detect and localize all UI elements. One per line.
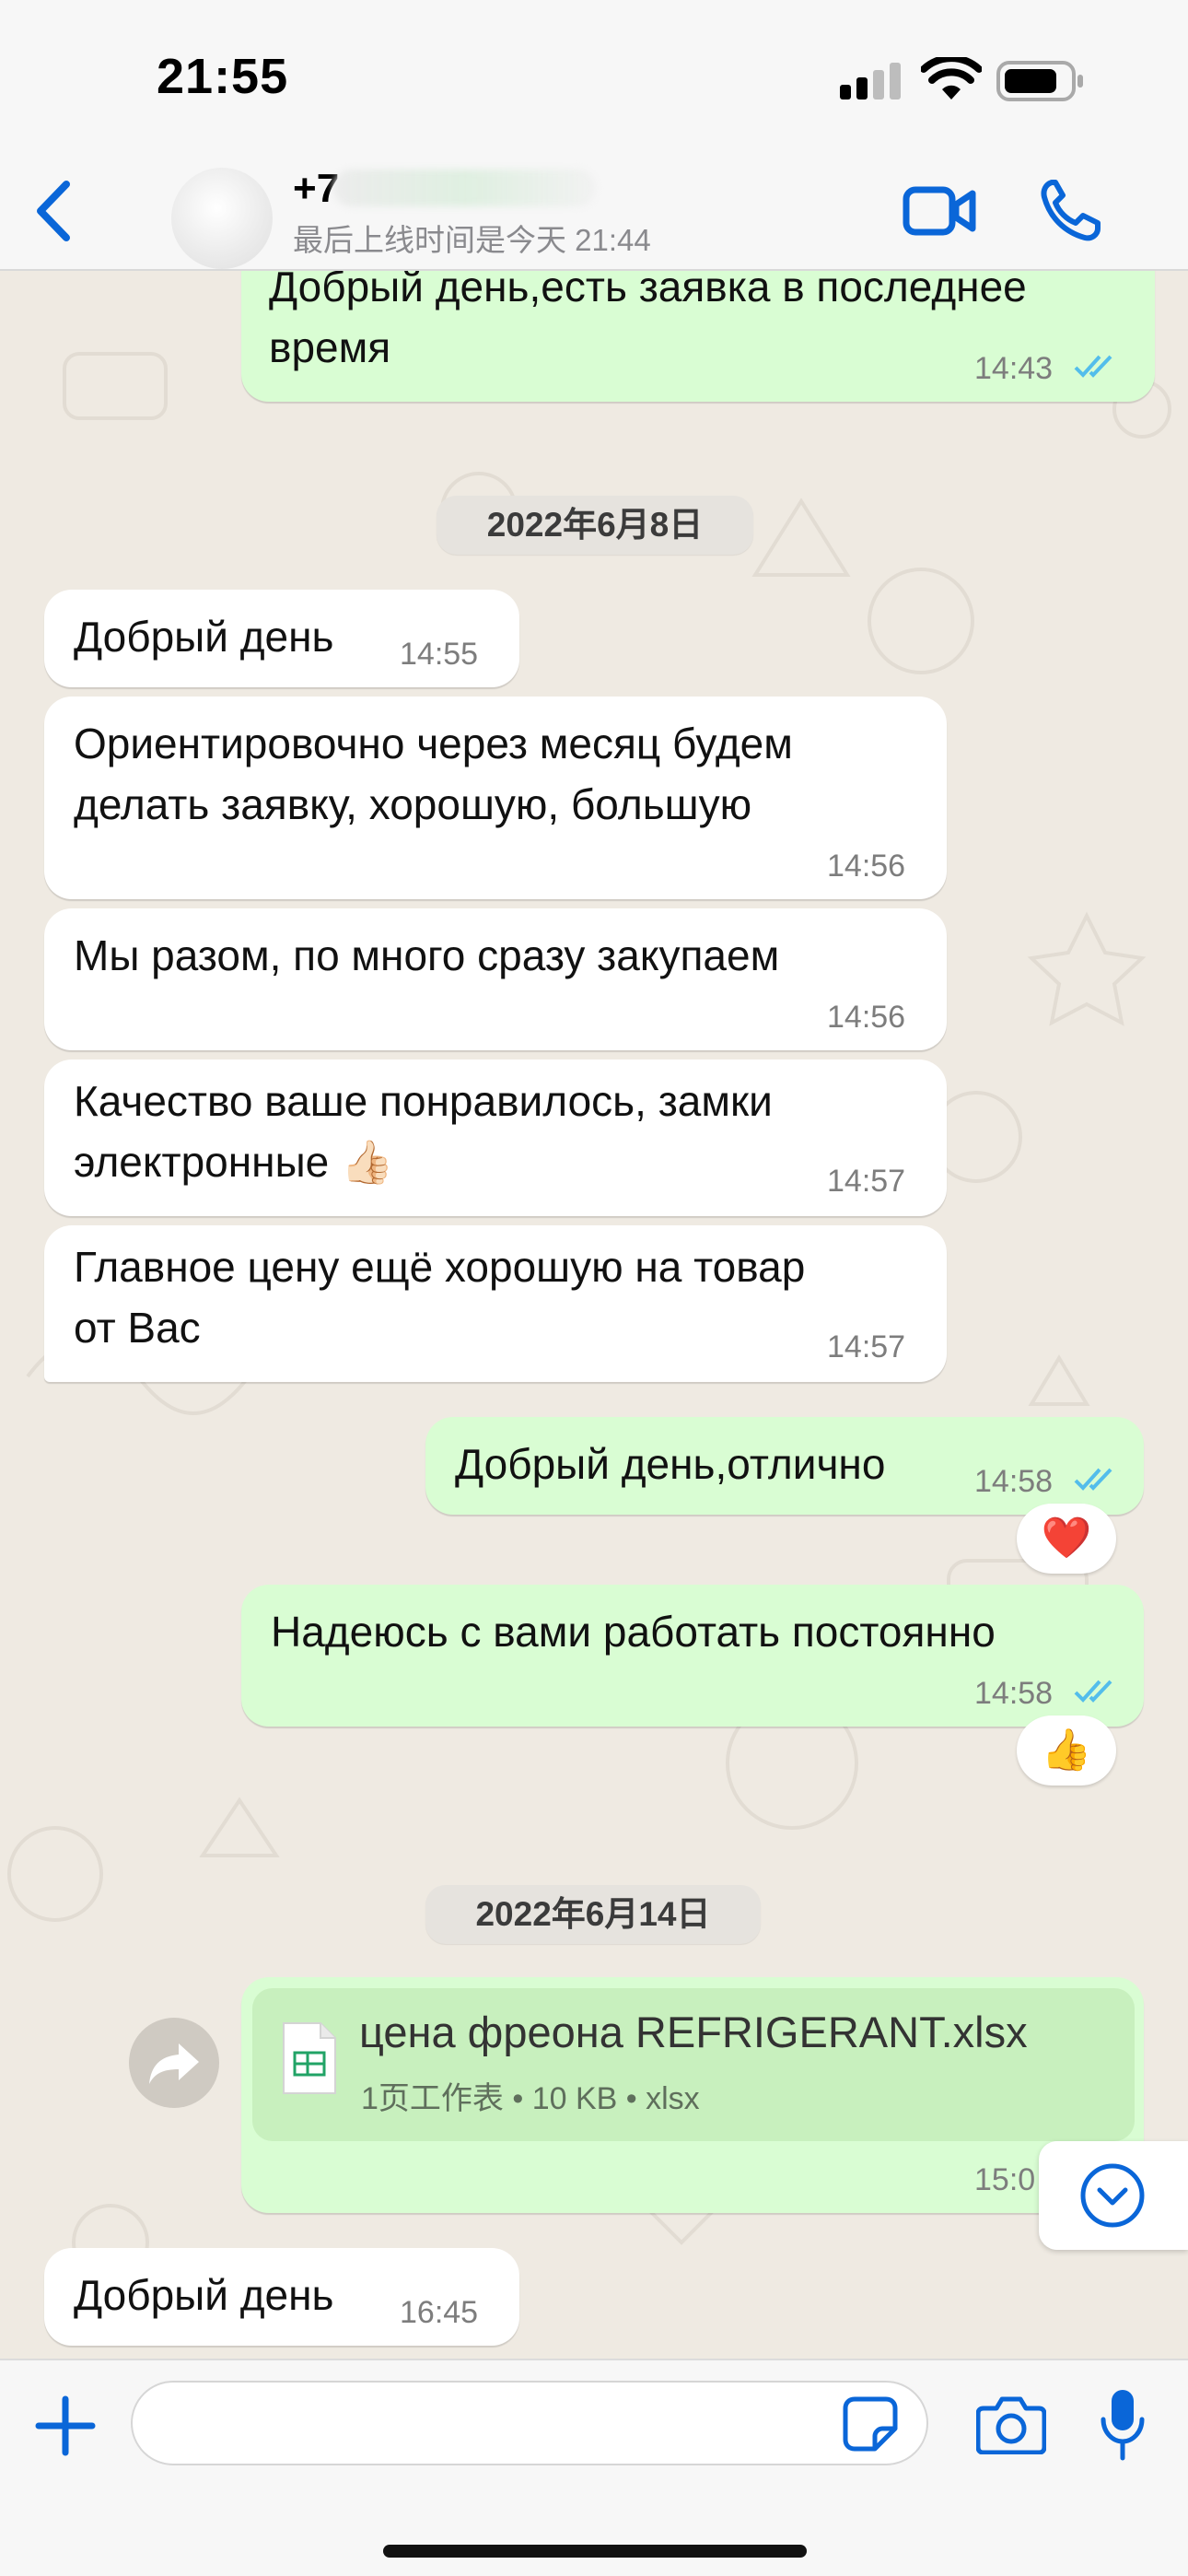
message-text: Добрый день,есть заявка в последнее врем… [269, 271, 1027, 371]
file-meta: 1页工作表 • 10 KB • xlsx [361, 2081, 700, 2116]
message-bubble-incoming[interactable]: Добрый день 16:45 [44, 2248, 519, 2346]
message-text: Главное цену ещё хорошую на товар от Вас [74, 1243, 806, 1352]
avatar[interactable] [171, 168, 273, 269]
forward-button[interactable] [129, 2018, 219, 2108]
message-bubble-outgoing[interactable]: Надеюсь с вами работать постоянно 14:58 [241, 1585, 1144, 1727]
message-time: 16:45 [400, 2295, 479, 2330]
message-bubble-incoming[interactable]: Ориентировочно через месяц будем делать … [44, 697, 947, 899]
reaction-heart[interactable]: ❤️ [1017, 1504, 1116, 1574]
wifi-icon [921, 57, 982, 100]
message-text: Надеюсь с вами работать постоянно [271, 1608, 996, 1656]
message-list[interactable]: Добрый день,есть заявка в последнее врем… [0, 271, 1188, 2359]
message-bubble-incoming[interactable]: Главное цену ещё хорошую на товар от Вас… [44, 1225, 947, 1382]
composer-bar [0, 2359, 1188, 2576]
message-bubble-outgoing[interactable]: Добрый день,отлично 14:58 [425, 1417, 1144, 1515]
battery-icon [996, 61, 1083, 101]
home-indicator [383, 2545, 807, 2558]
cellular-signal-icon [840, 63, 901, 100]
spreadsheet-icon [283, 2022, 336, 2094]
message-time: 14:43 [974, 351, 1054, 386]
chat-header: +7 最后上线时间是今天 21:44 [0, 157, 1188, 271]
reaction-thumbs-up[interactable]: 👍 [1017, 1715, 1116, 1786]
file-name: цена фреона REFRIGERANT.xlsx [359, 2008, 1028, 2056]
file-attachment[interactable]: цена фреона REFRIGERANT.xlsx 1页工作表 • 10 … [252, 1988, 1135, 2141]
date-separator: 2022年6月8日 [437, 496, 753, 555]
message-time: 15:0 [974, 2162, 1036, 2197]
double-check-icon [1074, 1680, 1112, 1703]
status-time: 21:55 [157, 49, 289, 104]
chevron-down-circle-icon [1080, 2163, 1145, 2228]
message-time: 14:58 [974, 1464, 1054, 1499]
message-bubble-outgoing[interactable]: Добрый день,есть заявка в последнее врем… [241, 271, 1155, 402]
phone-icon[interactable] [1039, 177, 1101, 243]
last-seen-status: 最后上线时间是今天 21:44 [293, 223, 651, 257]
contact-name-blur [333, 170, 596, 206]
double-check-icon [1074, 1468, 1112, 1491]
double-check-icon [1074, 355, 1112, 378]
message-text: Добрый день,отлично [455, 1440, 886, 1488]
camera-icon[interactable] [976, 2394, 1046, 2454]
message-time: 14:57 [827, 1164, 906, 1199]
chevron-left-icon[interactable] [31, 179, 77, 243]
message-time: 14:56 [827, 849, 906, 884]
message-time: 14:58 [974, 1676, 1054, 1711]
forward-arrow-icon [149, 2043, 199, 2084]
message-bubble-incoming[interactable]: Качество ваше понравилось, замки электро… [44, 1060, 947, 1216]
message-text: Мы разом, по много сразу закупаем [74, 931, 780, 979]
contact-name[interactable]: +7 [293, 166, 339, 212]
message-bubble-incoming[interactable]: Добрый день 14:55 [44, 590, 519, 687]
message-text: Качество ваше понравилось, замки электро… [74, 1077, 773, 1186]
message-bubble-incoming[interactable]: Мы разом, по много сразу закупаем 14:56 [44, 908, 947, 1050]
video-camera-icon[interactable] [903, 179, 976, 243]
message-time: 14:55 [400, 637, 479, 672]
message-time: 14:57 [827, 1329, 906, 1364]
message-time: 14:56 [827, 1000, 906, 1035]
message-text: Добрый день [74, 2271, 334, 2319]
status-bar: 21:55 [0, 0, 1188, 157]
sticker-icon[interactable] [842, 2395, 899, 2453]
plus-icon[interactable] [33, 2394, 98, 2458]
message-input[interactable] [131, 2381, 928, 2465]
microphone-icon[interactable] [1100, 2388, 1146, 2462]
message-text: Добрый день [74, 613, 334, 661]
date-separator: 2022年6月14日 [425, 1885, 761, 1944]
scroll-to-bottom-button[interactable] [1039, 2141, 1188, 2250]
message-text: Ориентировочно через месяц будем делать … [74, 720, 793, 828]
